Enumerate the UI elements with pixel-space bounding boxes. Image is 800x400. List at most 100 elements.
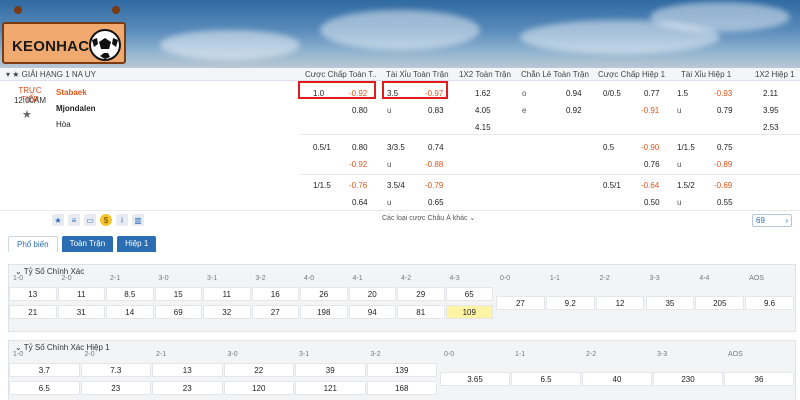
score-odd[interactable]: 94 bbox=[348, 305, 396, 319]
header-banner: KEONHACAI bbox=[0, 0, 800, 68]
coin-icon[interactable]: $ bbox=[100, 214, 112, 226]
score-odd[interactable]: 35 bbox=[645, 296, 695, 310]
score-odd[interactable]: 26 bbox=[300, 287, 348, 301]
score-odd[interactable]: 9.2 bbox=[545, 296, 595, 310]
tab-full-time[interactable]: Toàn Trận bbox=[61, 236, 114, 252]
oe-even-odd[interactable]: 0.92 bbox=[566, 106, 582, 115]
score-odd[interactable]: 13 bbox=[152, 363, 223, 377]
score-odd[interactable]: 22 bbox=[223, 363, 294, 377]
more-markets-count[interactable]: 69 › bbox=[752, 214, 792, 227]
ou-over-odd[interactable]: -0.79 bbox=[425, 181, 443, 190]
score-odd[interactable]: 27 bbox=[496, 296, 545, 310]
hc-home-odd[interactable]: 0.80 bbox=[352, 143, 368, 152]
hc-away-odd[interactable]: -0.92 bbox=[349, 160, 367, 169]
score-odd[interactable]: 40 bbox=[582, 372, 652, 386]
h1-ou-under-odd[interactable]: 0.55 bbox=[717, 198, 733, 207]
away-team: Mjondalen bbox=[56, 104, 96, 113]
h1-hc-away-odd[interactable]: 0.76 bbox=[644, 160, 660, 169]
score-odd[interactable]: 13 bbox=[9, 287, 57, 301]
score-odd[interactable]: 3.7 bbox=[9, 363, 80, 377]
score-odd[interactable]: 31 bbox=[57, 305, 105, 319]
score-label: 2-0 bbox=[61, 275, 72, 282]
correct-score-h1-section: ⌄ Tỷ Số Chính Xác Hiệp 1 1-0 3.7 6.5 2-0 7.3… bbox=[8, 340, 796, 400]
h1-x12-away-odd[interactable]: 3.95 bbox=[763, 106, 779, 115]
ou-under-odd[interactable]: 0.65 bbox=[428, 198, 444, 207]
score-odd[interactable]: 3.65 bbox=[440, 372, 510, 386]
h1-hc-away-odd[interactable]: -0.91 bbox=[641, 106, 659, 115]
ou-under-odd[interactable]: -0.88 bbox=[425, 160, 443, 169]
h1-ou-over-odd[interactable]: -0.93 bbox=[714, 89, 732, 98]
ou-under-odd[interactable]: 0.83 bbox=[428, 106, 444, 115]
score-odd[interactable]: 120 bbox=[223, 381, 294, 395]
score-odd[interactable]: 7.3 bbox=[80, 363, 151, 377]
tab-first-half[interactable]: Hiệp 1 bbox=[117, 236, 157, 252]
score-label: 4-4 bbox=[699, 275, 710, 282]
score-odd[interactable]: 23 bbox=[152, 381, 223, 395]
score-odd[interactable]: 12 bbox=[595, 296, 645, 310]
oe-odd-odd[interactable]: 0.94 bbox=[566, 89, 582, 98]
score-odd[interactable]: 65 bbox=[445, 287, 493, 301]
h1-ou-under-odd[interactable]: 0.79 bbox=[717, 106, 733, 115]
favorite-star-icon[interactable]: ★ bbox=[22, 108, 32, 121]
score-odd[interactable]: 11 bbox=[203, 287, 251, 301]
chart-icon[interactable]: ▥ bbox=[132, 214, 144, 226]
info-icon[interactable]: i bbox=[116, 214, 128, 226]
score-odd[interactable]: 21 bbox=[9, 305, 57, 319]
score-odd[interactable]: 8.5 bbox=[106, 287, 154, 301]
score-label: 3-3 bbox=[649, 275, 660, 282]
score-odd[interactable]: 205 bbox=[695, 296, 745, 310]
score-odd[interactable]: 168 bbox=[366, 381, 437, 395]
score-odd[interactable]: 6.5 bbox=[9, 381, 80, 395]
h1-x12-draw-odd[interactable]: 2.53 bbox=[763, 123, 779, 132]
score-odd[interactable]: 39 bbox=[295, 363, 366, 377]
score-odd[interactable]: 36 bbox=[724, 372, 794, 386]
score-odd[interactable]: 9.6 bbox=[745, 296, 794, 310]
video-icon[interactable]: ▭ bbox=[84, 214, 96, 226]
score-odd[interactable]: 121 bbox=[295, 381, 366, 395]
site-logo[interactable]: KEONHACAI bbox=[0, 6, 128, 64]
stats-icon[interactable]: ≡ bbox=[68, 214, 80, 226]
score-odd[interactable]: 29 bbox=[397, 287, 445, 301]
score-odd[interactable]: 15 bbox=[154, 287, 202, 301]
logo-board: KEONHACAI bbox=[2, 22, 126, 64]
score-odd[interactable]: 230 bbox=[653, 372, 723, 386]
score-odd[interactable]: 14 bbox=[106, 305, 154, 319]
x12-home-odd[interactable]: 1.62 bbox=[475, 89, 491, 98]
collapse-icon[interactable]: ▾ bbox=[6, 70, 10, 79]
hc-away-odd[interactable]: 0.64 bbox=[352, 198, 368, 207]
nail-icon bbox=[112, 6, 120, 14]
h1-hc-home-odd[interactable]: -0.64 bbox=[641, 181, 659, 190]
h1-ou-over-odd[interactable]: 0.75 bbox=[717, 143, 733, 152]
h1-hc-home-odd[interactable]: -0.90 bbox=[641, 143, 659, 152]
highlight-box bbox=[382, 81, 448, 99]
score-odd[interactable]: 198 bbox=[300, 305, 348, 319]
star-icon[interactable]: ★ bbox=[52, 214, 64, 226]
score-odd[interactable]: 6.5 bbox=[511, 372, 581, 386]
score-odd[interactable]: 69 bbox=[154, 305, 202, 319]
star-icon[interactable]: ★ bbox=[12, 70, 19, 79]
tab-popular[interactable]: Phổ biến bbox=[8, 236, 58, 252]
h1-hc-home-odd[interactable]: 0.77 bbox=[644, 89, 660, 98]
score-odd[interactable]: 139 bbox=[366, 363, 437, 377]
x12-draw-odd[interactable]: 4.15 bbox=[475, 123, 491, 132]
h1-ou-under-label: u bbox=[677, 160, 682, 169]
score-odd[interactable]: 11 bbox=[57, 287, 105, 301]
h1-hc-away-odd[interactable]: 0.50 bbox=[644, 198, 660, 207]
h1-x12-home-odd[interactable]: 2.11 bbox=[763, 89, 778, 98]
score-odd[interactable]: 81 bbox=[397, 305, 445, 319]
col-1x2-ft: 1X2 Toàn Trận bbox=[459, 70, 511, 79]
score-odd[interactable]: 32 bbox=[203, 305, 251, 319]
score-odd[interactable]: 109 bbox=[445, 305, 493, 319]
x12-away-odd[interactable]: 4.05 bbox=[475, 106, 491, 115]
more-bets-link[interactable]: Các loại cược Châu Á khác ⌄ bbox=[382, 214, 475, 222]
h1-ou-under-odd[interactable]: -0.89 bbox=[714, 160, 732, 169]
score-odd[interactable]: 27 bbox=[251, 305, 299, 319]
score-odd[interactable]: 20 bbox=[348, 287, 396, 301]
hc-away-odd[interactable]: 0.80 bbox=[352, 106, 368, 115]
league-header[interactable]: ▾ ★ GIẢI HẠNG 1 NA UY bbox=[6, 70, 96, 79]
h1-ou-over-odd[interactable]: -0.69 bbox=[714, 181, 732, 190]
score-odd[interactable]: 23 bbox=[80, 381, 151, 395]
hc-home-odd[interactable]: -0.76 bbox=[349, 181, 367, 190]
score-odd[interactable]: 16 bbox=[251, 287, 299, 301]
ou-over-odd[interactable]: 0.74 bbox=[428, 143, 444, 152]
